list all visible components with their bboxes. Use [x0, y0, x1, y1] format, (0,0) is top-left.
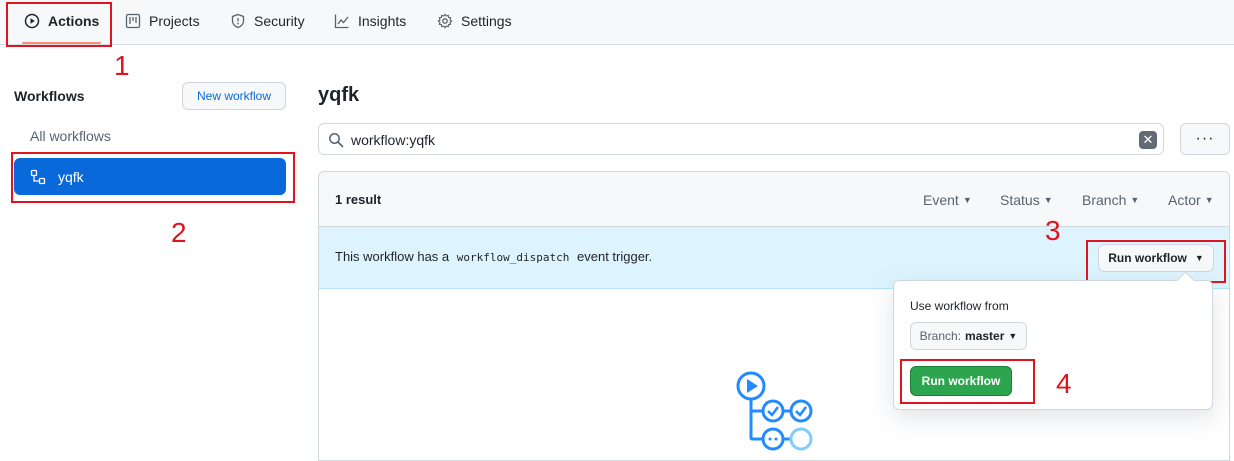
banner-prefix: This workflow has a [335, 249, 450, 264]
annotation-number-4: 4 [1056, 368, 1072, 399]
banner-suffix: event trigger. [577, 249, 653, 264]
results-count: 1 result [335, 192, 382, 207]
caret-down-icon: ▼ [1043, 195, 1053, 205]
branch-value: master [965, 329, 1005, 343]
filter-label: Actor [1168, 192, 1201, 208]
tab-label: Insights [358, 13, 407, 29]
filter-actor[interactable]: Actor ▼ [1168, 192, 1214, 208]
tab-label: Security [254, 13, 305, 29]
search-value: workflow:yqfk [351, 132, 436, 148]
banner-message: This workflow has a workflow_dispatch ev… [335, 249, 652, 264]
search-icon [329, 133, 344, 148]
search-input[interactable]: workflow:yqfk ✕ [318, 123, 1164, 155]
annotation-box-1 [6, 2, 112, 47]
filter-status[interactable]: Status ▼ [1000, 192, 1053, 208]
actions-illustration-icon [736, 371, 813, 451]
filter-event[interactable]: Event ▼ [923, 192, 972, 208]
filter-label: Branch [1082, 192, 1127, 208]
tab-label: Projects [149, 13, 200, 29]
annotation-number-3: 3 [1045, 215, 1061, 246]
caret-down-icon: ▼ [1008, 331, 1018, 341]
branch-select-button[interactable]: Branch: master ▼ [910, 322, 1027, 350]
repo-nav: Actions Projects Security Insights Setti… [0, 0, 1234, 45]
shield-icon [231, 13, 245, 29]
tab-label: Settings [461, 13, 512, 29]
tab-security[interactable]: Security [230, 0, 305, 42]
annotation-box-2 [11, 152, 295, 203]
filter-branch[interactable]: Branch ▼ [1082, 192, 1139, 208]
banner-code: workflow_dispatch [456, 251, 570, 264]
gear-icon [437, 13, 453, 29]
page-title: yqfk [318, 84, 360, 106]
caret-down-icon: ▼ [1204, 195, 1214, 205]
use-workflow-from-label: Use workflow from [910, 299, 1009, 313]
filter-label: Event [923, 192, 959, 208]
annotation-box-4 [900, 359, 1035, 404]
caret-down-icon: ▼ [1130, 195, 1140, 205]
workflows-heading: Workflows [14, 88, 85, 104]
tab-settings[interactable]: Settings [437, 0, 512, 42]
tab-insights[interactable]: Insights [334, 0, 406, 42]
annotation-number-1: 1 [114, 50, 130, 81]
project-icon [125, 13, 141, 29]
new-workflow-button[interactable]: New workflow [182, 82, 286, 110]
sidebar-item-all-workflows[interactable]: All workflows [30, 128, 111, 144]
filter-label: Status [1000, 192, 1040, 208]
annotation-box-3 [1086, 240, 1226, 283]
clear-search-icon[interactable]: ✕ [1139, 131, 1157, 149]
graph-icon [334, 14, 349, 29]
branch-prefix: Branch: [919, 329, 962, 343]
caret-down-icon: ▼ [962, 195, 972, 205]
tab-projects[interactable]: Projects [125, 0, 200, 42]
more-options-button[interactable]: ··· [1180, 123, 1230, 155]
results-header: 1 result Event ▼ Status ▼ Branch ▼ Actor ▼ [319, 172, 1229, 227]
annotation-number-2: 2 [171, 217, 187, 248]
